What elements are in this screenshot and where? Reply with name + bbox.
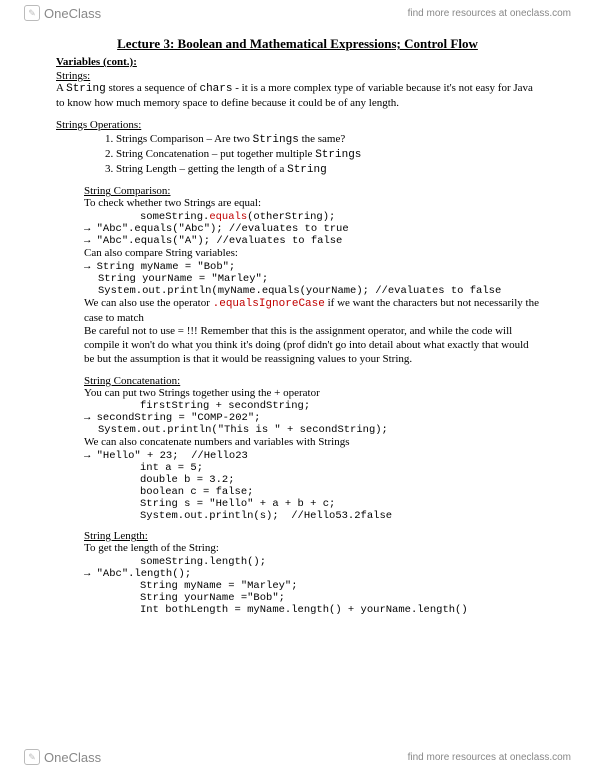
brand-logo: ✎ OneClass [24,5,101,21]
code-line: someString.length(); [140,556,539,568]
text: You can put two Strings together using t… [84,387,539,401]
document-page: Lecture 3: Boolean and Mathematical Expr… [0,0,595,652]
text: To get the length of the String: [84,542,539,556]
text: Be careful not to use = !!! Remember tha… [84,325,539,366]
code-line: "Abc".length(); [84,568,539,580]
strings-intro: A String stores a sequence of chars - it… [56,82,539,111]
code-inline: chars [199,83,232,95]
code-highlight: .equalsIgnoreCase [213,298,325,310]
footer-bar: ✎ OneClass find more resources at onecla… [0,744,595,770]
list-item: Strings Comparison – Are two Strings the… [116,132,539,147]
code-line: boolean c = false; [140,486,539,498]
brand-logo-footer: ✎ OneClass [24,749,101,765]
header-tagline: find more resources at oneclass.com [408,8,571,19]
text: String Concatenation – put together mult… [116,148,315,160]
text: Can also compare String variables: [84,247,539,261]
code-line: String myName = "Bob"; [84,261,539,273]
heading-strings: Strings: [56,70,539,82]
text: A [56,82,66,94]
code-inline: String [287,164,327,176]
section-length: String Length: To get the length of the … [84,530,539,616]
text: (otherString); [247,211,335,223]
list-item: String Length – getting the length of a … [116,162,539,177]
header-bar: ✎ OneClass find more resources at onecla… [0,0,595,26]
page-title: Lecture 3: Boolean and Mathematical Expr… [56,36,539,52]
text: Strings Comparison – Are two [116,133,253,145]
ops-list: Strings Comparison – Are two Strings the… [116,132,539,178]
heading-concatenation: String Concatenation: [84,375,539,387]
code-line: "Abc".equals("A"); //evaluates to false [84,235,539,247]
code-inline: Strings [253,134,299,146]
code-line: int a = 5; [140,462,539,474]
code-line: System.out.println(s); //Hello53.2false [140,510,539,522]
pencil-icon: ✎ [24,749,40,765]
code-line: secondString = "COMP-202"; [84,412,539,424]
text: We can also use the operator [84,297,213,309]
text: the same? [299,133,345,145]
heading-ops: Strings Operations: [56,119,539,131]
text: String Length – getting the length of a [116,163,287,175]
code-line: String s = "Hello" + a + b + c; [140,498,539,510]
text: To check whether two Strings are equal: [84,197,539,211]
heading-comparison: String Comparison: [84,185,539,197]
code-line: String yourName = "Marley"; [98,273,539,285]
section-concatenation: String Concatenation: You can put two St… [84,375,539,523]
text: stores a sequence of [106,82,200,94]
section-comparison: String Comparison: To check whether two … [84,185,539,366]
heading-length: String Length: [84,530,539,542]
text: We can also concatenate numbers and vari… [84,436,539,450]
code-inline: Strings [315,149,361,161]
text: We can also use the operator .equalsIgno… [84,297,539,326]
code-highlight: equals [209,211,247,223]
list-item: String Concatenation – put together mult… [116,147,539,162]
code-line: Int bothLength = myName.length() + yourN… [140,604,539,616]
code-line: "Hello" + 23; //Hello23 [84,450,539,462]
pencil-icon: ✎ [24,5,40,21]
text: someString. [140,211,209,223]
code-line: String yourName ="Bob"; [140,592,539,604]
code-inline: String [66,83,106,95]
footer-tagline: find more resources at oneclass.com [408,752,571,763]
brand-name: OneClass [44,6,101,21]
code-line: double b = 3.2; [140,474,539,486]
code-line: System.out.println(myName.equals(yourNam… [98,285,539,297]
code-line: someString.equals(otherString); [140,211,539,223]
code-line: System.out.println("This is " + secondSt… [98,424,539,436]
code-line: String myName = "Marley"; [140,580,539,592]
code-line: firstString + secondString; [140,400,539,412]
code-line: "Abc".equals("Abc"); //evaluates to true [84,223,539,235]
brand-name: OneClass [44,750,101,765]
heading-variables: Variables (cont.): [56,56,539,68]
